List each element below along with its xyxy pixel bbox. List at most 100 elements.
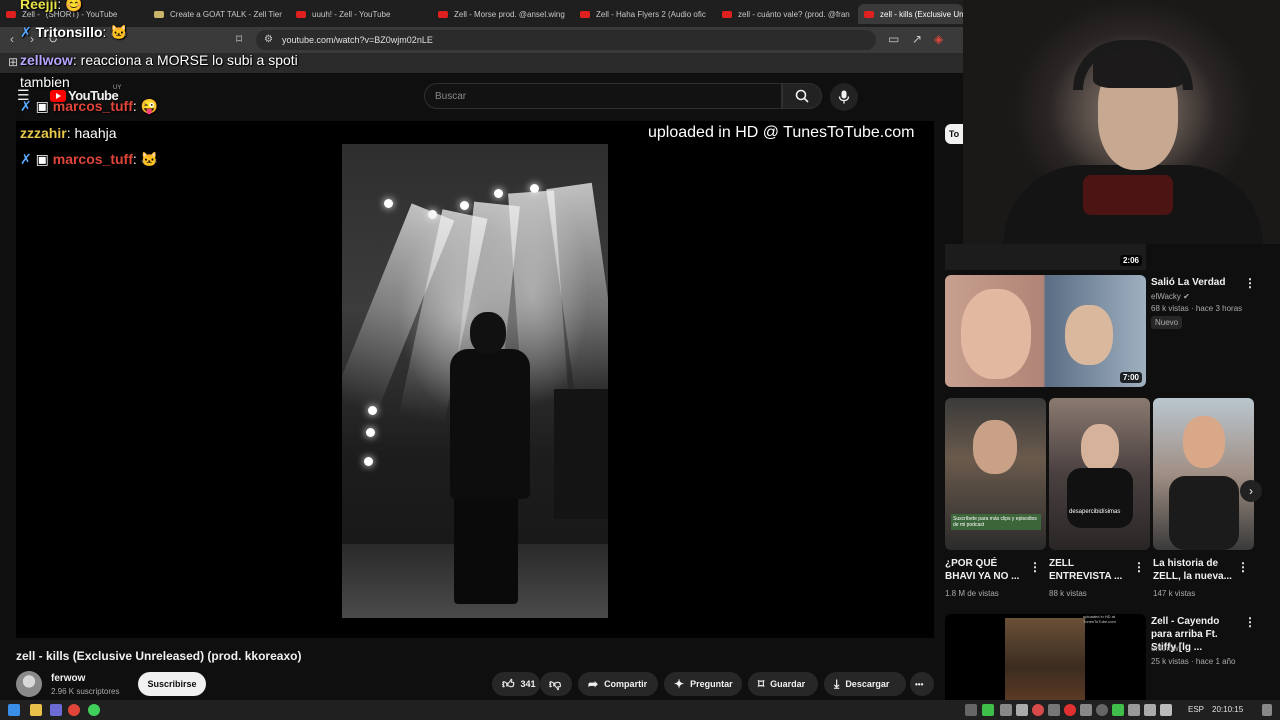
share-arrow-icon: ➦ [588, 677, 599, 691]
brave-browser-icon[interactable] [68, 704, 80, 716]
back-arrow-icon[interactable]: ‹ [10, 33, 14, 45]
more-vertical-icon[interactable]: ⋮ [1244, 276, 1256, 290]
ask-label: Preguntar [690, 679, 733, 689]
windows-start-icon[interactable] [8, 704, 20, 716]
video-meta: 25 k vistas · hace 1 año [1151, 657, 1236, 666]
tray-icon[interactable] [982, 704, 994, 716]
chat-text: : [132, 98, 137, 114]
search-button[interactable] [782, 83, 822, 109]
notifications-icon[interactable] [1262, 704, 1272, 716]
share-icon[interactable]: ↗ [912, 33, 922, 45]
chat-username: zzzahir [20, 125, 67, 141]
youtube-favicon-icon [864, 10, 874, 18]
channel-name[interactable]: elWacky ✔ [1151, 292, 1190, 301]
brave-shield-icon[interactable]: ◈ [934, 33, 943, 45]
dislike-button[interactable]: 👎︎ [540, 672, 572, 696]
taskbar-clock[interactable]: 20:10:15 [1212, 705, 1243, 714]
browser-tab[interactable]: Zell - Morse prod. @ansel.wing [432, 4, 574, 24]
sparkle-icon: ✦ [674, 677, 685, 691]
webcam-overlay [963, 0, 1280, 244]
video-title[interactable]: Salió La Verdad [1151, 276, 1241, 289]
share-button[interactable]: ➦ Compartir [578, 672, 658, 696]
voice-search-button[interactable] [830, 83, 858, 111]
tray-icon[interactable] [1128, 704, 1140, 716]
browser-tab[interactable]: Zell - Haha Flyers 2 (Audio ofic [574, 4, 716, 24]
tray-icon[interactable] [1080, 704, 1092, 716]
search-icon [795, 89, 809, 103]
channel-name[interactable]: ferwow [51, 673, 85, 684]
short-thumbnail[interactable]: Suscríbete para más clips y episodios de… [945, 398, 1046, 550]
video-thumbnail[interactable]: 7:00 [945, 275, 1146, 387]
short-thumbnail[interactable]: desapercibidísimas [1049, 398, 1150, 550]
more-vertical-icon[interactable]: ⋮ [1029, 560, 1041, 574]
more-vertical-icon[interactable]: ⋮ [1244, 615, 1256, 629]
channel-avatar[interactable] [16, 671, 42, 697]
subscribe-button[interactable]: Suscribirse [138, 672, 206, 696]
filter-chip[interactable]: To [945, 124, 963, 144]
tray-icon[interactable] [1112, 704, 1124, 716]
tray-icon[interactable] [1096, 704, 1108, 716]
share-label: Compartir [604, 679, 648, 689]
more-actions-button[interactable]: ••• [910, 672, 934, 696]
video-thumbnail[interactable]: uploaded in HD at TunesToTube.com [945, 614, 1146, 700]
bookmark-icon[interactable]: ⌑ [236, 33, 242, 45]
browser-tab[interactable]: uuuh! - Zell - YouTube [290, 4, 432, 24]
video-title: zell - kills (Exclusive Unreleased) (pro… [16, 649, 302, 663]
input-language[interactable]: ESP [1188, 705, 1204, 714]
file-explorer-icon[interactable] [30, 704, 42, 716]
shelf-next-arrow-icon[interactable]: › [1240, 480, 1262, 502]
browser-tab[interactable]: Create a GOAT TALK - Zell Tier [148, 4, 290, 24]
chat-message: ✗ ▣ marcos_tuff: 🐱 [20, 151, 158, 168]
chat-message: Reejji: 😊 [20, 0, 83, 13]
tab-label: zell - kills (Exclusive Unr [880, 9, 963, 19]
chat-username: marcos_tuff [52, 98, 133, 114]
download-button[interactable]: ⤓ Descargar [824, 672, 906, 696]
tab-label: zell - cuánto vale? (prod. @fran [738, 9, 850, 19]
chat-emote: 😜 [140, 98, 159, 114]
short-views: 1.8 M de vistas [945, 589, 999, 598]
save-button[interactable]: ⌑ Guardar [748, 672, 818, 696]
discord-icon[interactable] [50, 704, 62, 716]
url-field[interactable]: ⚙ youtube.com/watch?v=BZ0wjm02nLE [256, 30, 876, 50]
microphone-icon [838, 90, 850, 104]
short-title[interactable]: La historia de ZELL, la nueva... [1153, 557, 1233, 583]
tray-icon[interactable] [1064, 704, 1076, 716]
short-title[interactable]: ZELL ENTREVISTA ... [1049, 557, 1129, 583]
youtube-favicon-icon [6, 10, 16, 18]
browser-tab[interactable]: zell - cuánto vale? (prod. @fran [716, 4, 858, 24]
chat-text: : haahja [66, 125, 117, 141]
like-button[interactable]: 👍︎ 341 [492, 672, 540, 696]
like-count: 341 [520, 679, 536, 689]
apps-grid-icon[interactable]: ⊞ [8, 56, 18, 68]
site-info-icon[interactable]: ⚙ [264, 34, 273, 46]
short-title[interactable]: ¿POR QUÉ BHAVI YA NO ... [945, 557, 1025, 583]
network-icon[interactable] [1144, 704, 1156, 716]
tray-icon[interactable] [1000, 704, 1012, 716]
cast-icon[interactable]: ▭ [888, 33, 899, 45]
duration-badge: 7:00 [1119, 372, 1142, 383]
chat-username: zellwow [20, 52, 73, 68]
tray-icon[interactable] [1016, 704, 1028, 716]
more-vertical-icon[interactable]: ⋮ [1133, 560, 1145, 574]
chat-message: zzzahir: haahja [20, 125, 117, 141]
tray-icon[interactable] [1048, 704, 1060, 716]
url-text: youtube.com/watch?v=BZ0wjm02nLE [282, 35, 433, 45]
browser-tab-active[interactable]: zell - kills (Exclusive Unr [858, 4, 963, 24]
tab-label: Create a GOAT TALK - Zell Tier [170, 9, 282, 19]
spotify-icon[interactable] [88, 704, 100, 716]
youtube-favicon-icon [296, 10, 306, 18]
more-vertical-icon[interactable]: ⋮ [1237, 560, 1249, 574]
tray-icon[interactable] [965, 704, 977, 716]
channel-name[interactable]: unknow [1151, 644, 1179, 653]
video-frame-concert-photo [342, 144, 608, 618]
volume-icon[interactable] [1160, 704, 1172, 716]
search-input[interactable]: Buscar [424, 83, 782, 109]
video-thumbnail[interactable]: 2:06 [945, 244, 1146, 270]
chat-message-continued: tambien [20, 74, 70, 90]
tray-icon[interactable] [1032, 704, 1044, 716]
ask-button[interactable]: ✦ Preguntar [664, 672, 742, 696]
download-label: Descargar [845, 679, 890, 689]
short-thumbnail[interactable] [1153, 398, 1254, 550]
video-player[interactable]: uploaded in HD @ TunesToTube.com [16, 121, 934, 638]
new-badge: Nuevo [1151, 316, 1183, 329]
